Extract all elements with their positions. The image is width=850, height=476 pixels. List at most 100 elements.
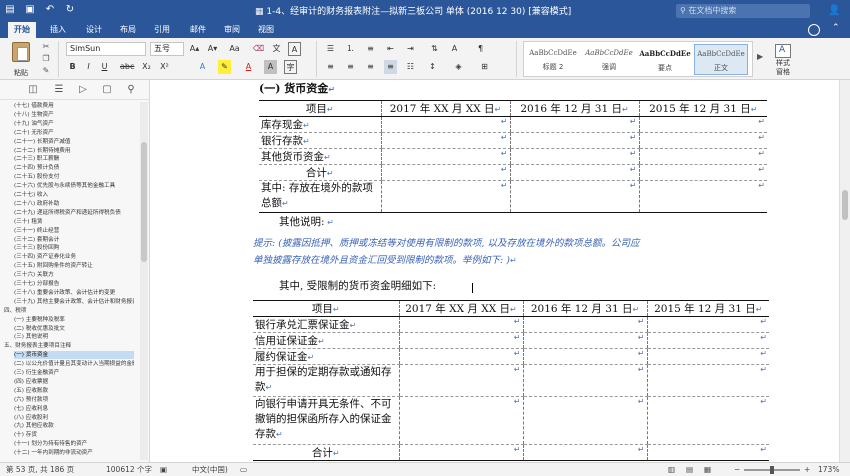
nav-heading-item[interactable]: (三) 其他说明 <box>14 333 134 341</box>
table-cell[interactable]: ↵ <box>522 332 647 349</box>
table-cell[interactable]: 其他货币资金↵ <box>259 148 381 165</box>
grow-font-icon[interactable]: A▴ <box>188 42 201 56</box>
web-layout-icon[interactable]: ▦ <box>704 464 711 476</box>
nav-heading-item[interactable]: (六) 预付款项 <box>14 396 134 404</box>
nav-heading-item[interactable]: (二十六) 优先股与永续债等其他金融工具 <box>14 182 134 190</box>
style-strong[interactable]: AaBbCcDdEe 要点 <box>638 44 692 75</box>
nav-thumbnails-icon[interactable]: ▢ <box>100 83 114 97</box>
table-cell[interactable]: ↵ <box>509 180 639 213</box>
nav-outline-icon[interactable]: ☰ <box>52 83 66 97</box>
collapse-ribbon-icon[interactable]: ⌃ <box>832 23 840 33</box>
table-cell[interactable]: ↵ <box>509 148 639 165</box>
proofing-icon[interactable]: ▣ <box>160 464 167 476</box>
table-cell[interactable]: ↵ <box>646 364 769 397</box>
decrease-indent-icon[interactable]: ⇤ <box>384 42 397 56</box>
bold-icon[interactable]: B <box>66 60 79 74</box>
paste-button[interactable]: 粘贴 <box>6 40 36 78</box>
nav-heading-item[interactable]: (三十) 租赁 <box>14 218 134 226</box>
style-emphasis[interactable]: AaBbCcDdEe 强调 <box>582 44 636 75</box>
share-user-icon[interactable]: 👤 <box>828 4 842 18</box>
cut-icon[interactable]: ✂ <box>40 42 52 52</box>
tab-review[interactable]: 审阅 <box>218 22 246 38</box>
tab-mailings[interactable]: 邮件 <box>184 22 212 38</box>
tab-view[interactable]: 视图 <box>252 22 280 38</box>
numbering-icon[interactable]: ⒈ <box>344 42 357 56</box>
table-cell[interactable]: ↵ <box>522 316 647 333</box>
show-marks-icon[interactable]: ¶ <box>474 42 487 56</box>
nav-heading-item[interactable]: (二十七) 收入 <box>14 191 134 199</box>
nav-heading-item[interactable]: (三十二) 套期会计 <box>14 236 134 244</box>
table-cell[interactable]: 向银行申请开具无条件、不可撤销的担保函所存入的保证金存款↵ <box>253 396 399 445</box>
nav-heading-item[interactable]: (七) 应收利息 <box>14 405 134 413</box>
superscript-icon[interactable]: X² <box>158 60 171 74</box>
shrink-font-icon[interactable]: A▾ <box>206 42 219 56</box>
document-scrollbar[interactable] <box>839 80 850 462</box>
nav-search-icon[interactable]: ⚲ <box>124 83 138 97</box>
table-cell[interactable]: ↵ <box>398 444 523 461</box>
sidebar-toggle-icon[interactable]: ▤ <box>4 4 16 16</box>
increase-indent-icon[interactable]: ⇥ <box>404 42 417 56</box>
zoom-in-icon[interactable]: + <box>804 464 810 476</box>
highlight-icon[interactable]: ✎ <box>218 60 231 74</box>
nav-heading-item[interactable]: (二十三) 职工薪酬 <box>14 155 134 163</box>
table-cell[interactable]: ↵ <box>380 164 510 181</box>
table-cell[interactable]: ↵ <box>638 132 767 149</box>
zoom-level[interactable]: 173% <box>818 464 839 476</box>
tab-home[interactable]: 开始 <box>8 22 36 38</box>
read-mode-icon[interactable]: ▥ <box>668 464 675 476</box>
distributed-icon[interactable]: ☷ <box>404 60 417 74</box>
table-cell[interactable]: ↵ <box>509 116 639 133</box>
nav-heading-item[interactable]: (一) 主要税种及税率 <box>14 316 134 324</box>
table-cell[interactable]: 银行存款↵ <box>259 132 381 149</box>
redo-icon[interactable]: ↻ <box>64 4 76 16</box>
table-cell[interactable]: 其中: 存放在境外的款项总额↵ <box>259 180 381 213</box>
nav-heading-item[interactable]: (三) 衍生金融资产 <box>14 369 134 377</box>
print-layout-icon[interactable]: ▤ <box>686 464 693 476</box>
nav-heading-item[interactable]: (二) 税收优惠及批文 <box>14 325 134 333</box>
table-cell[interactable]: ↵ <box>638 180 767 213</box>
nav-heading-item[interactable]: (三十一) 终止经营 <box>14 227 134 235</box>
table-cell[interactable]: ↵ <box>646 332 769 349</box>
font-size-select[interactable]: 五号 <box>150 42 184 56</box>
table-cell[interactable]: ↵ <box>646 316 769 333</box>
nav-pages-icon[interactable]: ▷ <box>76 83 90 97</box>
table-cell[interactable]: 库存现金↵ <box>259 116 381 133</box>
zoom-out-icon[interactable]: − <box>734 464 740 476</box>
nav-heading-item[interactable]: (十二) 一年内到期的非流动资产 <box>14 449 134 457</box>
nav-heading-item[interactable]: (三十九) 其他主要会计政策、会计估计和财务报表编制方法 <box>14 298 134 306</box>
nav-heading-item[interactable]: (二十二) 长期待摊费用 <box>14 147 134 155</box>
change-case-icon[interactable]: Aa <box>228 42 241 56</box>
nav-scroll-thumb[interactable] <box>141 142 147 262</box>
tab-design[interactable]: 设计 <box>80 22 108 38</box>
multilevel-list-icon[interactable]: ≡ <box>364 42 377 56</box>
align-left-icon[interactable]: ≡ <box>324 60 337 74</box>
table-cell[interactable]: ↵ <box>398 348 523 365</box>
nav-heading-item[interactable]: (三十八) 重要会计政策、会计估计的变更 <box>14 289 134 297</box>
word-count[interactable]: 100612 个字 <box>106 464 152 476</box>
sort-icon[interactable]: ⇅ <box>428 42 441 56</box>
nav-heading-item[interactable]: (二十五) 股份支付 <box>14 173 134 181</box>
nav-heading-item[interactable]: (十八) 生物资产 <box>14 111 134 119</box>
table-cell[interactable]: ↵ <box>509 132 639 149</box>
table-cell[interactable]: ↵ <box>380 148 510 165</box>
nav-heading-item[interactable]: (四) 应收票据 <box>14 378 134 386</box>
table-cell[interactable]: ↵ <box>509 164 639 181</box>
shading-icon[interactable]: ◈ <box>452 60 465 74</box>
chinese-layout-icon[interactable]: A <box>448 42 461 56</box>
copy-icon[interactable]: ❐ <box>40 54 52 64</box>
phonetic-guide-icon[interactable]: 文 <box>270 42 283 56</box>
page-count[interactable]: 第 53 页, 共 186 页 <box>6 464 74 476</box>
tab-references[interactable]: 引用 <box>148 22 176 38</box>
table-cell[interactable]: ↵ <box>522 396 647 445</box>
table-cell[interactable]: ↵ <box>638 116 767 133</box>
nav-heading-item[interactable]: (三十四) 资产证券化业务 <box>14 253 134 261</box>
undo-icon[interactable]: ↶ <box>44 4 56 16</box>
table-cell[interactable]: ↵ <box>522 348 647 365</box>
borders-icon[interactable]: ⊞ <box>478 60 491 74</box>
zoom-slider-thumb[interactable] <box>770 466 774 474</box>
table-cell[interactable]: ↵ <box>380 180 510 213</box>
table-cell[interactable]: ↵ <box>398 396 523 445</box>
subscript-icon[interactable]: X₂ <box>140 60 153 74</box>
nav-heading-item[interactable]: (五) 应收账款 <box>14 387 134 395</box>
character-border-icon[interactable]: A <box>288 42 301 56</box>
